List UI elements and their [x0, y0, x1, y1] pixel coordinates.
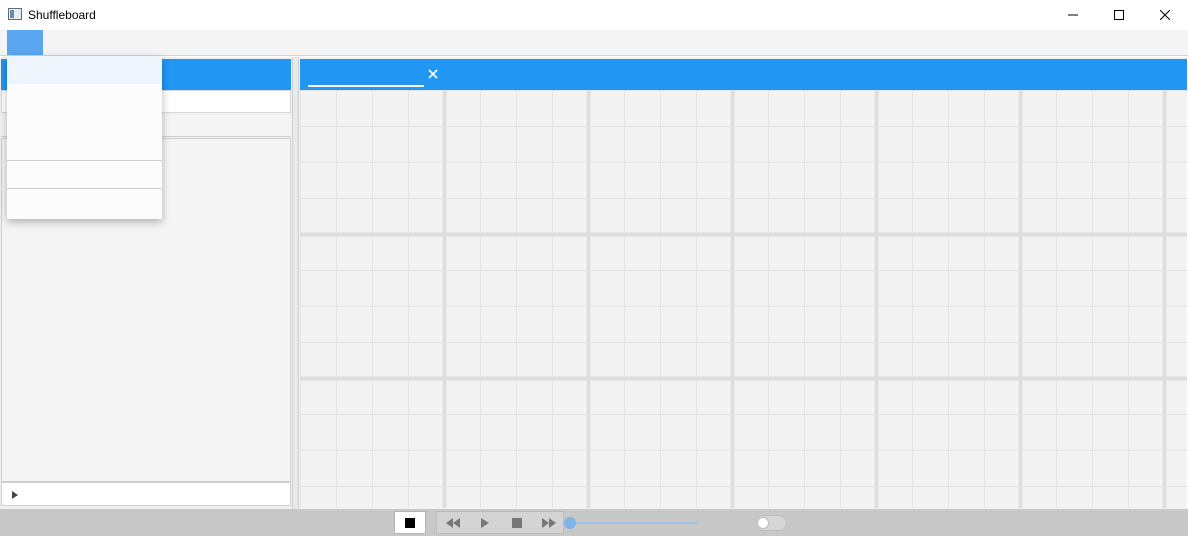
- loop-toggle[interactable]: [755, 515, 787, 531]
- menu-separator: [7, 188, 162, 189]
- left-panel-expander[interactable]: [1, 482, 291, 506]
- minimize-icon: [1068, 14, 1078, 16]
- menu-option[interactable]: [7, 116, 162, 144]
- fast-forward-button[interactable]: [533, 512, 565, 533]
- minimize-button[interactable]: [1050, 0, 1096, 30]
- stop-icon: [405, 517, 415, 528]
- menu-option[interactable]: [7, 86, 162, 114]
- close-icon[interactable]: [426, 67, 440, 81]
- close-icon: [1160, 10, 1170, 20]
- file-menu-dropdown: [7, 56, 162, 219]
- title-bar: Shuffleboard: [0, 0, 1188, 30]
- rewind-button[interactable]: [437, 512, 469, 533]
- play-button[interactable]: [469, 512, 501, 533]
- app-icon: [8, 8, 22, 20]
- playback-controls: [436, 511, 564, 534]
- menu-option[interactable]: [7, 190, 162, 218]
- widget-grid[interactable]: [300, 90, 1187, 508]
- stop-icon: [512, 517, 522, 528]
- menu-option[interactable]: [7, 56, 162, 84]
- record-stop-button[interactable]: [394, 511, 426, 534]
- menu-option[interactable]: [7, 162, 162, 190]
- menu-bar: [0, 30, 1188, 56]
- playback-slider-thumb[interactable]: [564, 517, 576, 529]
- play-icon: [481, 517, 489, 528]
- tab-header: [300, 59, 1187, 90]
- menu-separator: [7, 160, 162, 161]
- triangle-right-icon: [12, 491, 18, 499]
- tab-dashboard[interactable]: [308, 65, 424, 87]
- menu-item-file[interactable]: [7, 30, 43, 55]
- maximize-button[interactable]: [1096, 0, 1142, 30]
- close-button[interactable]: [1142, 0, 1188, 30]
- rewind-icon: [446, 517, 460, 528]
- playback-slider-track[interactable]: [570, 522, 698, 524]
- playback-bar: [0, 509, 1188, 536]
- stop-button[interactable]: [501, 512, 533, 533]
- fast-forward-icon: [542, 517, 556, 528]
- window-title: Shuffleboard: [28, 8, 96, 22]
- toggle-knob: [757, 517, 769, 529]
- main-tab-pane: [298, 57, 1187, 509]
- maximize-icon: [1114, 10, 1124, 20]
